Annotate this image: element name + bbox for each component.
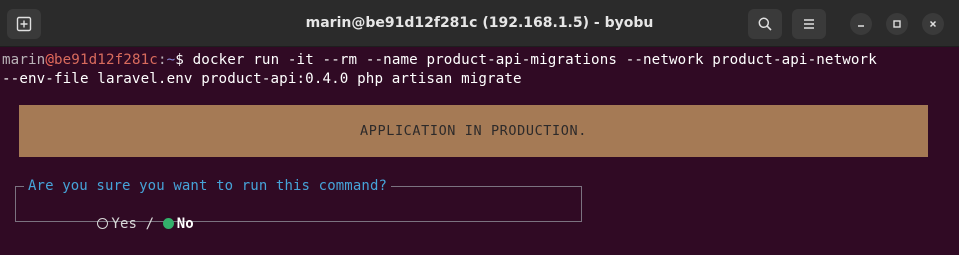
- production-warning-banner: APPLICATION IN PRODUCTION.: [19, 105, 928, 157]
- confirmation-question: Are you sure you want to run this comman…: [24, 177, 392, 196]
- search-icon: [758, 17, 772, 31]
- yes-radio[interactable]: [97, 218, 109, 229]
- search-button[interactable]: [748, 9, 782, 39]
- production-warning-text: APPLICATION IN PRODUCTION.: [360, 122, 587, 139]
- command-line-2: --env-file laravel.env product-api:0.4.0…: [2, 71, 522, 87]
- command-line-1: marin@be91d12f281c:~$ docker run -it --r…: [2, 51, 877, 70]
- yes-option[interactable]: Yes: [111, 216, 137, 232]
- terminal-content[interactable]: marin@be91d12f281c:~$ docker run -it --r…: [0, 48, 959, 255]
- title-bar: marin@be91d12f281c (192.168.1.5) - byobu: [0, 0, 959, 47]
- new-tab-button[interactable]: [7, 9, 41, 39]
- window-title: marin@be91d12f281c (192.168.1.5) - byobu: [305, 15, 654, 31]
- menu-button[interactable]: [792, 9, 826, 39]
- minimize-icon: [858, 25, 864, 27]
- confirmation-prompt: Are you sure you want to run this comman…: [15, 177, 582, 232]
- no-option[interactable]: No: [177, 216, 194, 232]
- prompt-host: be91d12f281c: [53, 52, 158, 68]
- prompt-at: @: [45, 52, 54, 68]
- terminal-window: marin@be91d12f281c (192.168.1.5) - byobu: [0, 0, 959, 255]
- maximize-icon: [893, 20, 901, 28]
- confirmation-options: Yes / No: [29, 196, 194, 253]
- prompt-path: ~: [166, 52, 176, 68]
- option-separator: /: [137, 216, 163, 232]
- prompt-symbol: $: [175, 52, 184, 68]
- maximize-button[interactable]: [886, 13, 908, 35]
- close-button[interactable]: [922, 13, 944, 35]
- hamburger-menu-icon: [804, 19, 814, 29]
- minimize-button[interactable]: [850, 13, 872, 35]
- new-tab-icon: [16, 16, 32, 32]
- prompt-colon: :: [157, 52, 167, 68]
- close-icon: [929, 20, 937, 28]
- prompt-user: marin: [2, 52, 46, 68]
- no-radio[interactable]: [162, 218, 174, 229]
- command-text-1: docker run -it --rm --name product-api-m…: [183, 52, 877, 68]
